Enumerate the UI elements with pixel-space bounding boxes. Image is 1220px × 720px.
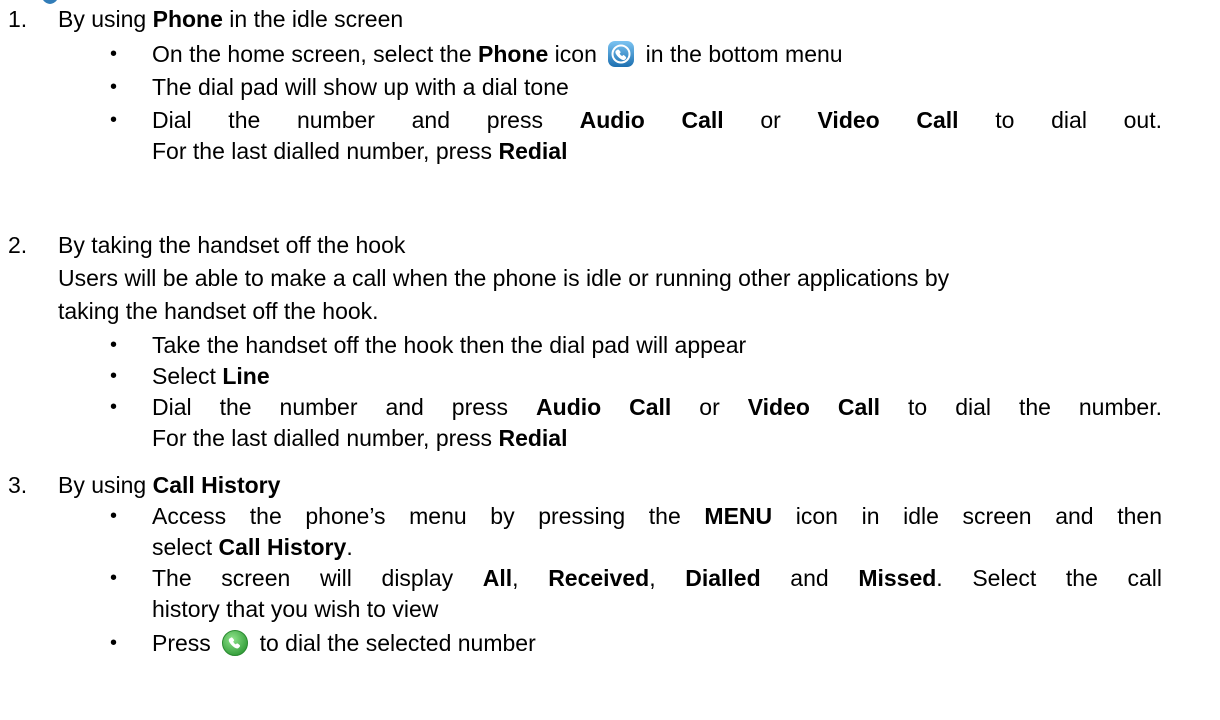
green-call-icon <box>222 630 249 656</box>
section-1: 1. By using Phone in the idle screen • O… <box>0 4 1220 167</box>
heading-bold: Call History <box>152 472 281 498</box>
section-3: 3. By using Call History • Access the ph… <box>0 470 1220 659</box>
heading-bold: Phone <box>152 6 223 32</box>
bullet-dot: • <box>110 632 118 654</box>
section-heading: 3. By using Call History <box>0 470 1220 501</box>
heading-text: By taking the handset off the hook <box>58 232 406 258</box>
list-item: • Select Line <box>0 361 1162 392</box>
bullet-dot: • <box>110 334 118 356</box>
bullet-list: • Take the handset off the hook then the… <box>0 330 1220 454</box>
heading-text: By using <box>58 472 153 498</box>
bullet-dot: • <box>110 396 118 418</box>
section-number: 3. <box>8 472 28 498</box>
list-item: • On the home screen, select the Phone i… <box>0 39 1162 72</box>
list-item: • Take the handset off the hook then the… <box>0 330 1162 361</box>
heading-text: By using <box>58 6 153 32</box>
bullet-list: • Access the phone’s menu by pressing th… <box>0 501 1220 659</box>
list-item: • The screen will display All, Received,… <box>110 565 1163 622</box>
bullet-dot: • <box>110 43 118 65</box>
list-item: • Press to dial the selected number <box>0 628 1162 659</box>
phone-app-icon <box>608 41 635 67</box>
section-intro: Users will be able to make a call when t… <box>58 265 950 324</box>
list-item: • Dial the number and press Audio Call o… <box>110 394 1162 451</box>
list-item: • Access the phone’s menu by pressing th… <box>110 503 1162 560</box>
section-heading: 1. By using Phone in the idle screen <box>0 4 1220 35</box>
heading-text: in the idle screen <box>222 6 404 32</box>
bullet-list: • On the home screen, select the Phone i… <box>0 39 1220 167</box>
list-item: • Dial the number and press Audio Call o… <box>110 107 1162 164</box>
bullet-dot: • <box>110 109 118 131</box>
section-heading: 2. By taking the handset off the hook <box>0 230 1220 261</box>
section-2: 2. By taking the handset off the hook Us… <box>0 230 1220 454</box>
list-item: • The dial pad will show up with a dial … <box>0 72 1162 105</box>
section-number: 1. <box>8 6 28 32</box>
section-number: 2. <box>8 232 28 258</box>
bullet-dot: • <box>110 365 118 387</box>
bullet-dot: • <box>110 567 118 589</box>
bullet-dot: • <box>110 76 118 98</box>
bullet-dot: • <box>110 505 118 527</box>
